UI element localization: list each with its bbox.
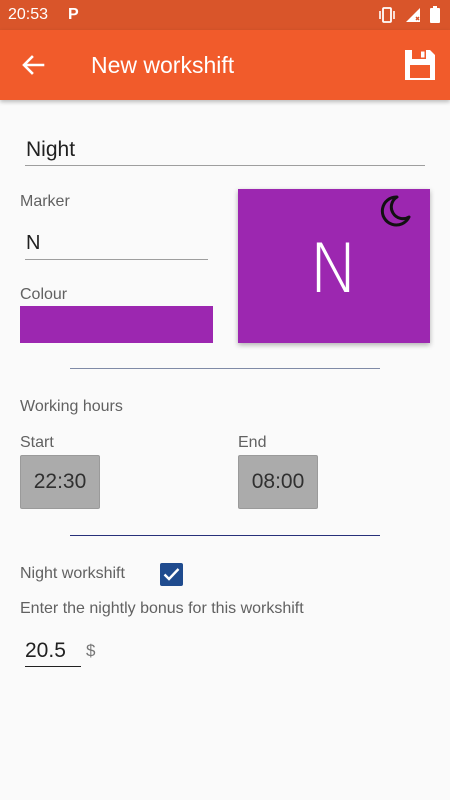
- moon-icon: [380, 195, 411, 227]
- battery-icon: [430, 6, 440, 23]
- bonus-input[interactable]: [25, 636, 81, 667]
- checkmark-icon: [163, 568, 180, 581]
- parking-notification-icon: P: [68, 6, 79, 23]
- vibrate-icon: [379, 6, 395, 23]
- status-bar: 20:53 P: [0, 0, 450, 30]
- divider: [70, 368, 380, 369]
- arrow-back-icon[interactable]: [18, 50, 48, 80]
- night-workshift-checkbox[interactable]: [160, 563, 183, 586]
- currency-symbol: $: [86, 641, 96, 660]
- end-label: End: [238, 434, 267, 451]
- status-icons: [378, 6, 440, 23]
- page-title: New workshift: [91, 52, 235, 78]
- signal-icon: [406, 7, 420, 22]
- floppy-disk-icon[interactable]: [403, 48, 437, 82]
- colour-label: Colour: [20, 286, 68, 303]
- colour-picker[interactable]: [20, 306, 213, 343]
- status-time: 20:53: [8, 6, 49, 23]
- divider: [70, 535, 380, 536]
- marker-input[interactable]: [25, 228, 208, 260]
- shift-preview-tile: N: [238, 189, 430, 343]
- end-time-button[interactable]: 08:00: [238, 455, 318, 509]
- app-bar: New workshift: [0, 30, 450, 100]
- workshift-name-input[interactable]: [25, 134, 425, 166]
- bonus-prompt: Enter the nightly bonus for this workshi…: [20, 600, 304, 617]
- start-time-button[interactable]: 22:30: [20, 455, 100, 509]
- marker-label: Marker: [20, 193, 70, 210]
- start-label: Start: [20, 434, 54, 451]
- night-workshift-label: Night workshift: [20, 565, 125, 582]
- working-hours-label: Working hours: [20, 398, 123, 415]
